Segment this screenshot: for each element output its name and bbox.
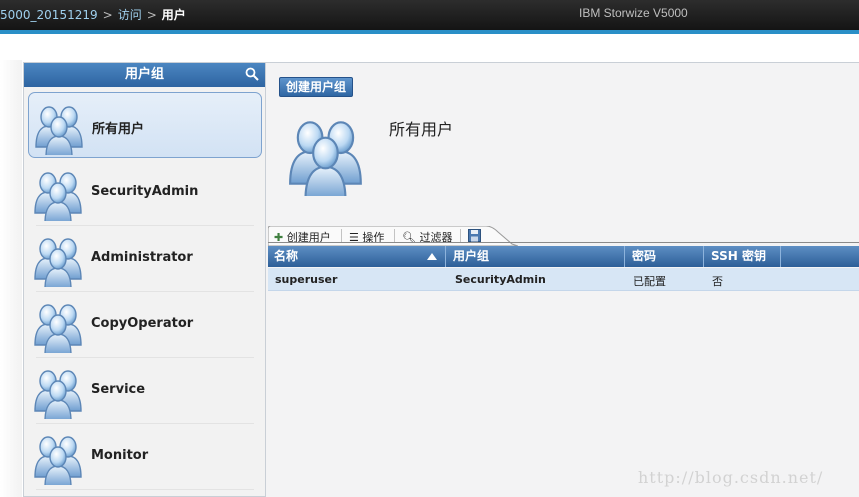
user-groups-panel-header: 用户组 [24, 63, 265, 87]
cell-ssh-key: 否 [712, 275, 723, 288]
column-header-user-group[interactable]: 用户组 [447, 246, 625, 267]
top-bar: 5000_20151219 > 访问 > 用户 IBM Storwize V5000 [0, 0, 859, 30]
group-item-copyoperator[interactable]: CopyOperator [28, 291, 262, 357]
group-item-service[interactable]: Service [28, 357, 262, 423]
breadcrumb-separator: > [146, 8, 157, 22]
group-item-label: Service [91, 382, 146, 397]
group-item-label: 所有用户 [92, 122, 145, 137]
toolbar-separator [394, 229, 395, 243]
column-header-name[interactable]: 名称 [268, 246, 446, 267]
selected-group-title: 所有用户 [389, 120, 454, 139]
cell-user-group: SecurityAdmin [455, 273, 546, 286]
group-item-label: Monitor [91, 448, 149, 463]
column-header-label: SSH 密钥 [711, 249, 766, 263]
toolbar-separator [341, 229, 342, 243]
cell-name: superuser [275, 273, 338, 286]
breadcrumb-access[interactable]: 访问 [118, 8, 142, 22]
users-group-icon [32, 231, 86, 287]
breadcrumb-system[interactable]: 5000_20151219 [0, 8, 98, 22]
product-name: IBM Storwize V5000 [579, 6, 688, 20]
group-item-administrator[interactable]: Administrator [28, 225, 262, 291]
group-item-label: Administrator [91, 250, 193, 265]
breadcrumb: 5000_20151219 > 访问 > 用户 [0, 6, 186, 23]
group-divider [36, 489, 254, 490]
users-group-icon [32, 297, 86, 353]
cell-password: 已配置 [633, 275, 666, 288]
column-header-label: 密码 [632, 249, 657, 263]
search-icon[interactable] [245, 67, 259, 81]
toolbar-separator [460, 229, 461, 243]
sort-ascending-icon [427, 253, 437, 260]
users-group-large-icon [285, 110, 369, 196]
group-item-label: CopyOperator [91, 316, 194, 331]
users-toolbar: ✚ 创建用户 ☰ 操作 🔍︎ 过滤器 [268, 226, 518, 246]
toolbar-baseline [268, 242, 859, 243]
save-icon[interactable] [468, 229, 481, 242]
column-header-label: 用户组 [453, 249, 490, 263]
group-item-all-users[interactable]: 所有用户 [28, 92, 262, 158]
table-row[interactable]: superuser SecurityAdmin 已配置 否 [268, 268, 859, 291]
users-group-icon [32, 429, 86, 485]
left-edge-shading [0, 60, 22, 497]
breadcrumb-separator: > [102, 8, 113, 22]
create-user-group-button[interactable]: 创建用户组 [279, 77, 354, 97]
users-group-icon [32, 165, 86, 221]
column-header-label: 名称 [274, 249, 299, 263]
column-header-password[interactable]: 密码 [626, 246, 704, 267]
user-groups-panel: 用户组 所有用户 SecurityAdmin Administrator Cop… [23, 62, 266, 497]
users-group-icon [32, 363, 86, 419]
users-group-icon [33, 99, 87, 155]
watermark: http://blog.csdn.net/ [638, 468, 824, 487]
user-groups-panel-title: 用户组 [124, 67, 164, 82]
group-item-securityadmin[interactable]: SecurityAdmin [28, 159, 262, 225]
group-item-label: SecurityAdmin [91, 184, 199, 199]
breadcrumb-current: 用户 [161, 8, 186, 22]
users-table-header: 名称 用户组 密码 SSH 密钥 [268, 246, 859, 267]
column-header-ssh-key[interactable]: SSH 密钥 [705, 246, 781, 267]
group-item-monitor[interactable]: Monitor [28, 423, 262, 489]
